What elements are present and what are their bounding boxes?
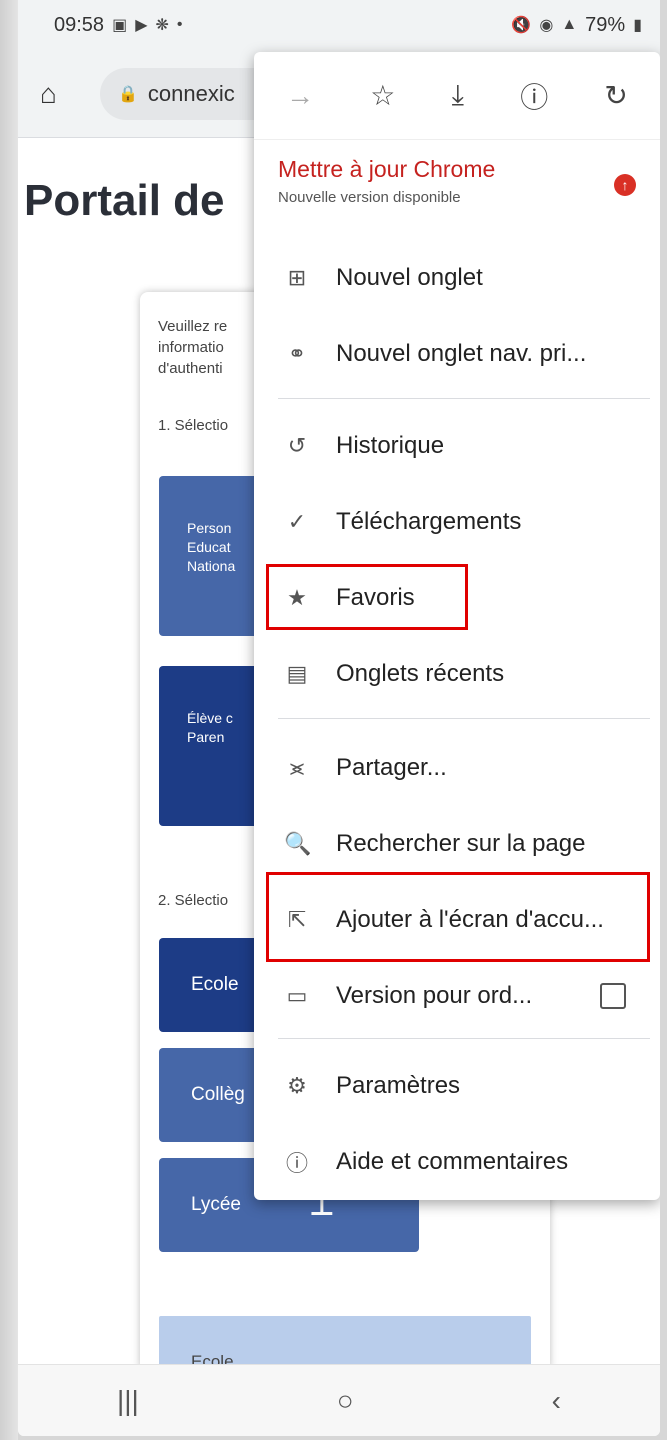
menu-item-label: Aide et commentaires: [336, 1148, 569, 1175]
menu-item-label: Ajouter à l'écran d'accu...: [336, 906, 604, 933]
devices-icon: ▤: [286, 661, 308, 686]
menu-divider: [278, 398, 650, 399]
intro-line-2: informatio: [158, 339, 224, 356]
phone-screen: 09:58 ▣ ▶ ❋ • 🔇 ◉ ▲ 79% ▮ ⌂ 🔒 connexic P…: [18, 0, 660, 1436]
menu-item-downloads[interactable]: ✓ Téléchargements: [254, 490, 660, 554]
info-icon[interactable]: ⓘ: [520, 76, 548, 116]
menu-item-label: Paramètres: [336, 1072, 461, 1099]
intro-line-3: d'authenti: [158, 360, 223, 377]
update-arrow-icon: ↑: [614, 174, 636, 196]
menu-item-label: Nouvel onglet: [336, 264, 483, 291]
menu-item-help[interactable]: ⓘ Aide et commentaires: [254, 1130, 660, 1194]
home-button-icon[interactable]: ○: [337, 1385, 354, 1417]
star-icon: ★: [287, 585, 307, 610]
menu-item-bookmarks[interactable]: ★ Favoris: [254, 566, 660, 630]
status-left: 09:58 ▣ ▶ ❋ •: [54, 14, 183, 37]
forward-arrow-icon[interactable]: →: [286, 80, 314, 112]
status-bar: 09:58 ▣ ▶ ❋ • 🔇 ◉ ▲ 79% ▮: [18, 0, 660, 50]
add-to-home-icon: ⇱: [287, 907, 307, 932]
level-lycee-label: Lycée: [191, 1194, 241, 1215]
menu-item-label: Téléchargements: [336, 508, 522, 535]
battery-icon: ▮: [633, 17, 642, 34]
menu-item-settings[interactable]: ⚙ Paramètres: [254, 1054, 660, 1118]
status-right: 🔇 ◉ ▲ 79% ▮: [511, 14, 642, 37]
gear-icon: ❋: [155, 17, 169, 34]
menu-item-label: Favoris: [336, 584, 415, 611]
left-edge-shadow: [0, 0, 18, 1440]
menu-item-share[interactable]: ⪤ Partager...: [254, 736, 660, 800]
find-in-page-icon: 🔍: [284, 831, 312, 856]
menu-item-new-tab[interactable]: ⊞ Nouvel onglet: [254, 246, 660, 310]
status-time: 09:58: [54, 13, 105, 36]
refresh-icon[interactable]: ↻: [604, 79, 627, 112]
menu-item-label: Partager...: [336, 754, 447, 781]
hotspot-icon: ◉: [539, 17, 554, 34]
menu-item-label: Historique: [336, 432, 445, 459]
update-chrome-title: Mettre à jour Chrome: [278, 156, 496, 182]
menu-item-label: Nouvel onglet nav. pri...: [336, 340, 587, 367]
update-chrome-subtitle: Nouvelle version disponible: [278, 189, 461, 206]
plus-box-icon: ⊞: [287, 265, 307, 290]
level-college-label: Collèg: [191, 1084, 245, 1105]
menu-item-add-to-home-screen[interactable]: ⇱ Ajouter à l'écran d'accu...: [254, 888, 660, 952]
desktop-icon: ▭: [286, 983, 308, 1008]
download-check-icon: ✓: [287, 509, 307, 534]
play-icon: ▶: [135, 17, 148, 34]
download-icon[interactable]: ⤓: [452, 79, 464, 112]
desktop-site-checkbox[interactable]: [600, 983, 626, 1009]
menu-item-recent-tabs[interactable]: ▤ Onglets récents: [254, 642, 660, 706]
step-2-label: 2. Sélectio: [158, 892, 229, 909]
image-icon: ▣: [112, 17, 128, 34]
update-chrome-item[interactable]: Mettre à jour Chrome Nouvelle version di…: [278, 156, 648, 216]
share-icon: ⪤: [289, 755, 305, 780]
help-icon: ⓘ: [285, 1151, 308, 1176]
back-icon[interactable]: ‹: [552, 1385, 561, 1417]
step-1-label: 1. Sélectio: [158, 417, 229, 434]
page-title: Portail de: [24, 176, 225, 225]
signal-icon: ▲: [561, 16, 578, 33]
home-icon[interactable]: ⌂: [40, 78, 72, 110]
level-ecole-label: Ecole: [191, 974, 239, 995]
url-text: connexic: [147, 80, 235, 106]
menu-divider: [278, 718, 650, 719]
incognito-icon: ⚭: [287, 341, 307, 366]
menu-item-label: Rechercher sur la page: [336, 830, 586, 857]
menu-item-label: Version pour ord...: [336, 982, 533, 1009]
mute-icon: 🔇: [511, 17, 532, 34]
android-nav-bar: ||| ○ ‹: [18, 1364, 660, 1436]
dot-icon: •: [176, 16, 183, 33]
recent-apps-icon[interactable]: |||: [117, 1385, 139, 1417]
menu-item-new-incognito-tab[interactable]: ⚭ Nouvel onglet nav. pri...: [254, 322, 660, 386]
menu-divider: [278, 1038, 650, 1039]
history-icon: ↺: [287, 433, 307, 458]
menu-item-find-in-page[interactable]: 🔍 Rechercher sur la page: [254, 812, 660, 876]
menu-item-label: Onglets récents: [336, 660, 505, 687]
bookmark-star-icon[interactable]: ☆: [370, 79, 395, 112]
chrome-overflow-menu: → ☆ ⤓ ⓘ ↻ Mettre à jour Chrome Nouvelle …: [254, 52, 660, 1200]
lock-icon: 🔒: [118, 85, 138, 103]
menu-item-history[interactable]: ↺ Historique: [254, 414, 660, 478]
gear-icon: ⚙: [287, 1073, 307, 1098]
intro-line-1: Veuillez re: [158, 318, 228, 335]
menu-toolbar: → ☆ ⤓ ⓘ ↻: [254, 52, 660, 140]
battery-percent: 79%: [585, 13, 626, 36]
menu-item-desktop-site[interactable]: ▭ Version pour ord...: [254, 964, 660, 1028]
